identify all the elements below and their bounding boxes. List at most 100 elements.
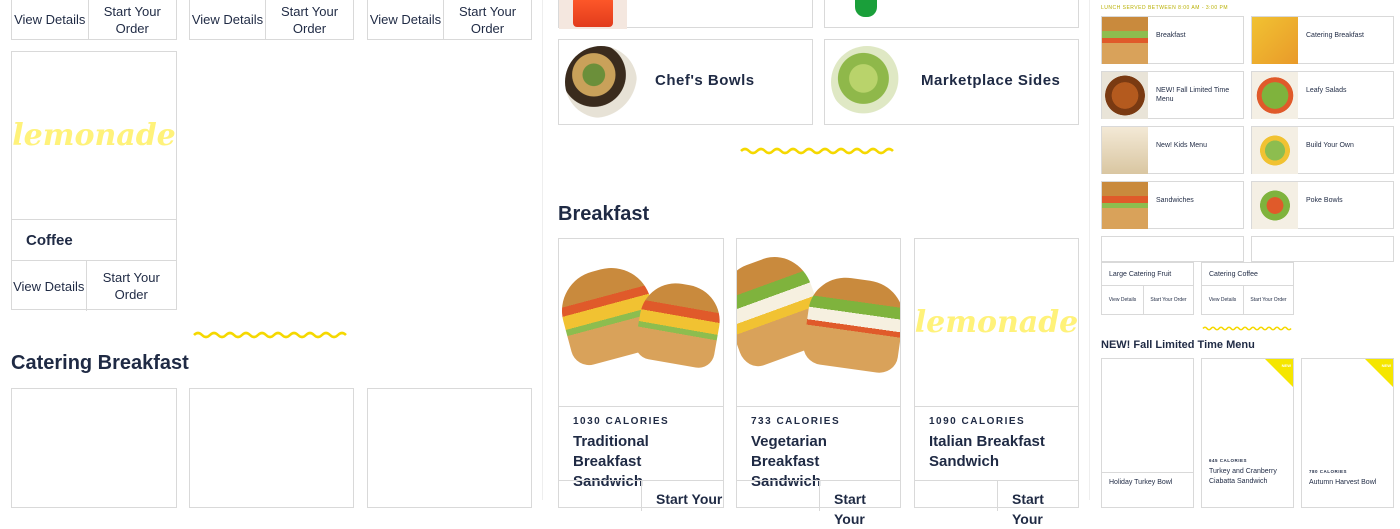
product-card[interactable] — [367, 388, 532, 508]
product-name: Coffee — [26, 231, 73, 249]
fall-item-card[interactable]: NEW 780 CALORIES Autumn Harvest Bowl — [1301, 358, 1394, 508]
card-buttons: View Details Start Your Order — [367, 0, 532, 40]
view-details-button[interactable]: View Details — [12, 0, 88, 40]
category-card-chefs-bowls[interactable]: Chef's Bowls — [558, 39, 813, 125]
view-details-button[interactable]: View Details — [190, 0, 265, 40]
start-order-button[interactable]: Start Your Order — [443, 0, 531, 40]
sides-image — [831, 46, 903, 118]
product-name: Holiday Turkey Bowl — [1109, 479, 1173, 486]
start-order-button[interactable]: Start Your Order — [1243, 286, 1293, 315]
calories: 1090 CALORIES — [929, 416, 1026, 427]
category-thumbnail — [1252, 182, 1298, 229]
category-item[interactable]: Catering Breakfast — [1251, 16, 1394, 64]
squiggle-divider — [193, 331, 347, 339]
start-order-button[interactable]: Start Your Order — [85, 261, 177, 311]
category-label: Leafy Salads — [1306, 87, 1347, 94]
category-label: Build Your Own — [1306, 142, 1354, 149]
product-name: Italian Breakfast Sandwich — [929, 433, 1045, 470]
start-order-button[interactable]: Start Your Order — [87, 0, 177, 40]
squiggle-divider — [740, 147, 894, 155]
small-product-card[interactable]: Catering Coffee View Details Start Your … — [1201, 262, 1294, 315]
column-divider — [542, 0, 543, 500]
drink-image — [559, 0, 627, 29]
product-name: Catering Coffee — [1202, 263, 1293, 286]
product-card-italian[interactable]: lemonade 1090 CALORIES Italian Breakfast… — [914, 238, 1079, 527]
drink-image — [851, 0, 881, 19]
category-label: New! Kids Menu — [1156, 142, 1207, 149]
start-order-button[interactable]: Start Your Order — [1143, 286, 1193, 315]
new-badge-label: NEW — [1381, 363, 1391, 368]
category-card[interactable] — [558, 0, 813, 29]
category-thumbnail — [1102, 182, 1148, 229]
calories: 733 CALORIES — [751, 416, 841, 427]
start-order-button[interactable]: Start Your — [1012, 489, 1078, 529]
category-thumbnail — [1102, 72, 1148, 119]
category-item[interactable]: Breakfast — [1101, 16, 1244, 64]
view-details-button[interactable]: View Details — [12, 261, 86, 311]
card-buttons: View Details Start Your Order — [189, 0, 354, 40]
start-order-button[interactable]: Start Your — [834, 489, 900, 529]
category-item[interactable]: New! Kids Menu — [1101, 126, 1244, 174]
product-name: Large Catering Fruit — [1102, 263, 1193, 286]
category-thumbnail — [1252, 72, 1298, 119]
product-card[interactable] — [11, 388, 177, 508]
product-name: Turkey and Cranberry Ciabatta Sandwich — [1209, 468, 1277, 485]
button-row: Start Your — [915, 480, 1078, 527]
category-item[interactable]: Poke Bowls — [1251, 181, 1394, 229]
product-image-placeholder: lemonade — [12, 52, 176, 220]
small-product-card[interactable]: Large Catering Fruit View Details Start … — [1101, 262, 1194, 315]
category-label: Poke Bowls — [1306, 197, 1343, 204]
new-badge-label: NEW — [1281, 363, 1291, 368]
section-title: Catering Breakfast — [11, 352, 189, 374]
category-label: Breakfast — [1156, 32, 1186, 39]
category-item[interactable]: NEW! Fall Limited Time Menu — [1101, 71, 1244, 119]
view-details-button[interactable]: View Details — [1202, 286, 1243, 315]
column-divider — [1089, 0, 1090, 500]
product-name: Autumn Harvest Bowl — [1309, 479, 1377, 486]
category-item[interactable]: Sandwiches — [1101, 181, 1244, 229]
button-row: Start Your — [559, 480, 723, 511]
category-item[interactable] — [1251, 236, 1394, 262]
start-order-button[interactable]: Start Your Order — [265, 0, 353, 40]
fall-item-card[interactable]: Holiday Turkey Bowl — [1101, 358, 1194, 508]
section-title: NEW! Fall Limited Time Menu — [1101, 339, 1255, 351]
product-card-vegetarian[interactable]: 733 CALORIES Vegetarian Breakfast Sandwi… — [736, 238, 901, 527]
top-button-rows: View Details Start Your Order View Detai… — [11, 0, 532, 40]
category-thumbnail — [1252, 127, 1298, 174]
category-item[interactable] — [1101, 236, 1244, 262]
calories: 1030 CALORIES — [573, 416, 670, 427]
fall-item-card[interactable]: NEW 645 CALORIES Turkey and Cranberry Ci… — [1201, 358, 1294, 508]
product-image-placeholder — [1102, 359, 1193, 473]
category-label: Sandwiches — [1156, 197, 1194, 204]
product-card[interactable] — [189, 388, 354, 508]
product-image-placeholder: NEW — [1202, 359, 1293, 451]
lemonade-logo: lemonade — [12, 118, 176, 153]
product-image-placeholder: NEW — [1302, 359, 1393, 459]
product-image — [737, 239, 900, 407]
category-item[interactable]: Leafy Salads — [1251, 71, 1394, 119]
calories: 780 CALORIES — [1309, 469, 1348, 474]
start-order-button[interactable]: Start Your — [656, 489, 722, 509]
chefs-bowl-image — [565, 46, 637, 118]
category-item[interactable]: Build Your Own — [1251, 126, 1394, 174]
product-image — [559, 239, 723, 407]
card-buttons: View Details Start Your Order — [11, 0, 177, 40]
category-name: Chef's Bowls — [655, 72, 755, 89]
category-label: NEW! Fall Limited Time Menu — [1156, 87, 1230, 103]
product-card-coffee[interactable]: lemonade Coffee View Details Start Your … — [11, 51, 177, 311]
squiggle-divider — [1202, 326, 1292, 331]
category-label: Catering Breakfast — [1306, 32, 1364, 39]
category-thumbnail — [1252, 17, 1298, 64]
section-title: Breakfast — [558, 203, 650, 225]
product-image-placeholder: lemonade — [915, 239, 1078, 407]
category-card-marketplace-sides[interactable]: Marketplace Sides — [824, 39, 1079, 125]
product-card-traditional[interactable]: 1030 CALORIES Traditional Breakfast Sand… — [558, 238, 724, 511]
category-thumbnail — [1102, 17, 1148, 64]
calories: 645 CALORIES — [1209, 458, 1248, 463]
view-details-button[interactable]: View Details — [1102, 286, 1143, 315]
lemonade-logo: lemonade — [914, 305, 1079, 340]
category-name: Marketplace Sides — [921, 72, 1061, 89]
view-details-button[interactable]: View Details — [368, 0, 443, 40]
lunch-note: LUNCH SERVED BETWEEN 8:00 AM - 3:00 PM — [1101, 5, 1228, 11]
category-card[interactable] — [824, 0, 1079, 28]
